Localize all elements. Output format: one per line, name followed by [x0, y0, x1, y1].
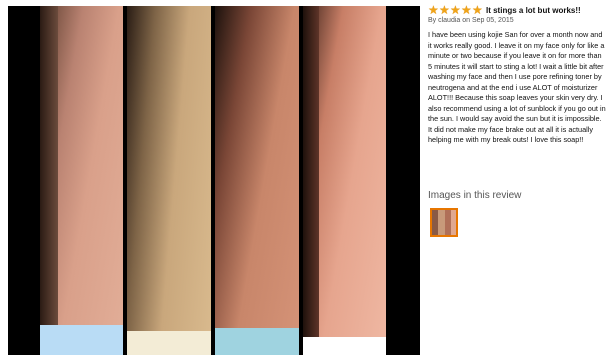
photo-4: [303, 6, 386, 355]
photo-1: [40, 6, 123, 355]
customer-review: ★ ★ ★ ★ ★ It stings a lot but works!! By…: [428, 0, 608, 359]
review-photo-collage: [40, 6, 386, 355]
star-icon: ★: [428, 3, 439, 17]
star-icon: ★: [461, 3, 472, 17]
star-icon: ★: [450, 3, 461, 17]
photo-2: [127, 6, 211, 355]
review-body: I have been using kojie San for over a m…: [428, 30, 606, 144]
images-in-review-heading: Images in this review: [428, 190, 522, 201]
review-title[interactable]: It stings a lot but works!!: [486, 6, 581, 15]
star-icon: ★: [439, 3, 450, 17]
star-rating: ★ ★ ★ ★ ★: [428, 4, 483, 16]
photo-3: [215, 6, 299, 355]
viewer-right-margin: [386, 6, 420, 355]
star-icon: ★: [472, 3, 483, 17]
viewer-left-margin: [8, 6, 40, 355]
review-image-thumbnail[interactable]: [430, 208, 458, 237]
image-viewer: [0, 0, 420, 359]
review-header: ★ ★ ★ ★ ★ It stings a lot but works!!: [428, 4, 581, 16]
review-byline: By claudia on Sep 05, 2015: [428, 17, 514, 24]
